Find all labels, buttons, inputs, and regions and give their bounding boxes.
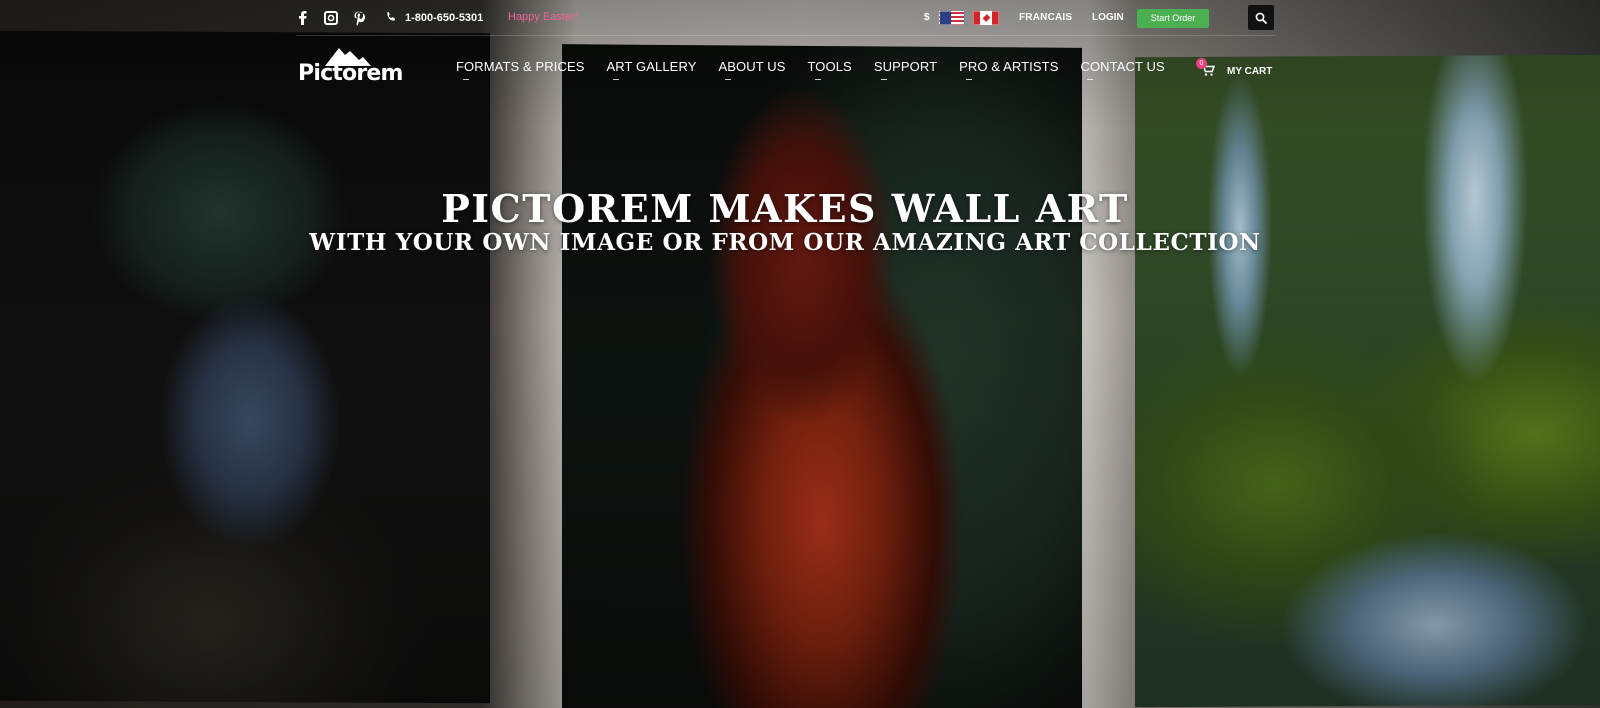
pinterest-icon[interactable] <box>352 10 366 26</box>
start-order-button[interactable]: Start Order <box>1137 9 1209 28</box>
instagram-icon[interactable] <box>324 10 338 26</box>
nav-item-formats-prices[interactable]: FORMATS & PRICES <box>456 59 584 80</box>
nav-item-about-us[interactable]: ABOUT US <box>718 59 785 80</box>
canada-flag-icon[interactable] <box>973 11 999 25</box>
phone-icon <box>386 11 397 25</box>
top-bar: 1-800-650-5301 Happy Easter! $ FRANCAIS … <box>0 0 1600 36</box>
cart-count-badge: 0 <box>1196 57 1207 69</box>
social-links <box>296 10 366 26</box>
cart-icon-wrap: 0 <box>1196 57 1215 77</box>
facebook-icon[interactable] <box>296 10 310 26</box>
language-switch-link[interactable]: FRANCAIS <box>1019 12 1072 23</box>
phone-link[interactable]: 1-800-650-5301 <box>386 11 483 25</box>
nav-item-tools[interactable]: TOOLS <box>808 59 852 80</box>
nav-item-pro-artists[interactable]: PRO & ARTISTS <box>959 59 1058 80</box>
login-link[interactable]: LOGIN <box>1092 12 1124 23</box>
hero-headline: PICTOREM MAKES WALL ART <box>441 186 1129 231</box>
promo-text: Happy Easter! <box>508 11 578 23</box>
nav-item-support[interactable]: SUPPORT <box>874 59 937 80</box>
pictorem-logo[interactable]: Pictorem <box>298 46 403 88</box>
hero-subheadline: WITH YOUR OWN IMAGE OR FROM OUR AMAZING … <box>309 229 1261 256</box>
cart-label: MY CART <box>1227 66 1273 77</box>
cart-link[interactable]: 0 MY CART <box>1196 57 1273 77</box>
top-bar-inner: 1-800-650-5301 Happy Easter! $ FRANCAIS … <box>296 0 1276 36</box>
hero-overlay <box>0 0 1600 708</box>
search-icon <box>1255 12 1267 24</box>
nav-item-art-gallery[interactable]: ART GALLERY <box>606 59 696 80</box>
main-navigation: FORMATS & PRICES ART GALLERY ABOUT US TO… <box>456 59 1187 80</box>
nav-item-contact-us[interactable]: CONTACT US <box>1080 59 1165 80</box>
hero-background <box>0 0 1600 708</box>
search-button[interactable] <box>1248 5 1274 30</box>
logo-wordmark: Pictorem <box>298 61 403 86</box>
us-flag-icon[interactable] <box>939 11 965 25</box>
currency-symbol: $ <box>924 12 930 23</box>
phone-number: 1-800-650-5301 <box>405 12 484 24</box>
